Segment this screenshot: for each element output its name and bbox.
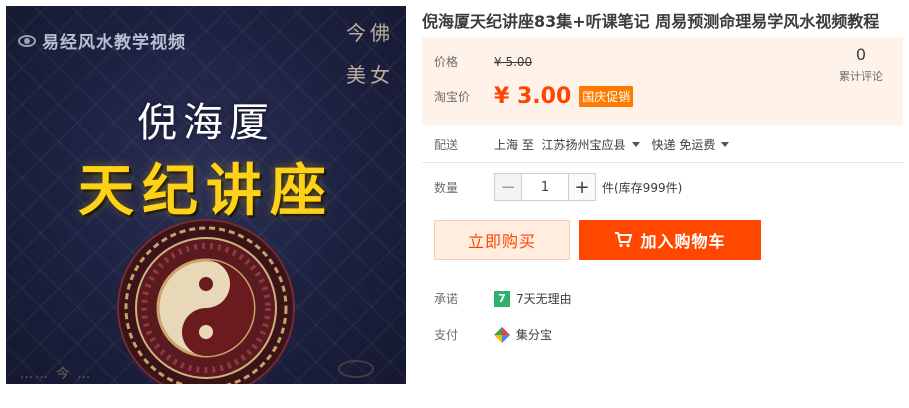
shipping-to-word: 至 [521,138,534,152]
product-title: 倪海厦天纪讲座83集+听课笔记 周易预测命理易学风水视频教程 [422,12,880,31]
add-to-cart-button[interactable]: 加入购物车 [579,220,761,260]
shipping-method-select[interactable]: 快递 免运费 [652,136,730,153]
shipping-destination-select[interactable]: 江苏扬州宝应县 [542,136,626,153]
image-title-author: 倪海厦 [137,100,275,146]
seal-char: 佛 [370,21,390,45]
taobao-price-row: 淘宝价 ¥ 3.00 国庆促销 [434,84,634,109]
review-summary[interactable]: 0 累计评论 [839,45,883,84]
shipping-method: 快递 免运费 [651,138,716,152]
original-price: ¥ 5.00 [494,54,533,69]
swirl-ornament-icon [338,360,374,378]
image-bottom-marks: …… 今 … [20,367,93,382]
shipping-origin-group: 上海 至 江苏扬州宝应县 [494,136,640,153]
yin-yang-medallion-icon [117,219,295,384]
image-brand: 易经风水教学视频 [18,28,186,53]
payment-label: 支付 [434,328,459,342]
add-to-cart-label: 加入购物车 [640,232,726,251]
quantity-plus-button[interactable]: + [569,174,595,200]
promise-label: 承诺 [434,292,459,306]
product-image[interactable]: 易经风水教学视频 今 佛 美 女 倪海厦 天纪讲座 …… 今 … [6,6,406,384]
taobao-price-label: 淘宝价 [434,90,471,104]
payment-text[interactable]: 集分宝 [516,326,552,343]
image-brand-text: 易经风水教学视频 [42,33,186,53]
quantity-minus-button[interactable]: − [495,174,521,200]
review-count: 0 [855,45,867,64]
payment-row: 支付 集分宝 [434,326,552,343]
chevron-down-icon[interactable] [631,142,640,147]
shipping-label: 配送 [434,138,459,152]
cart-icon [615,232,633,248]
quantity-input[interactable] [521,174,569,200]
promo-badge: 国庆促销 [579,86,634,107]
quantity-row: 数量 − + 件(库存999件) [434,173,682,201]
seal-char: 今 [346,21,366,45]
chevron-down-icon[interactable] [721,142,730,147]
promise-text[interactable]: 7天无理由 [516,290,572,307]
shipping-origin: 上海 [494,138,519,152]
price-panel: 价格 ¥ 5.00 淘宝价 ¥ 3.00 国庆促销 0 累计评论 [422,37,903,125]
jifenbao-icon [494,326,510,343]
eye-logo-icon [18,34,36,47]
image-title-course: 天纪讲座 [78,158,334,224]
buy-now-button[interactable]: 立即购买 [434,220,570,260]
stock-info: 件(库存999件) [602,180,683,195]
divider [422,162,904,163]
shipping-row: 配送 上海 至 江苏扬州宝应县 快递 免运费 [434,136,741,153]
promise-row: 承诺 7 7天无理由 [434,290,572,307]
review-label: 累计评论 [839,70,883,83]
current-price: ¥ 3.00 [494,84,572,109]
quantity-label: 数量 [434,180,459,195]
price-label: 价格 [434,55,459,69]
quantity-stepper: − + [494,173,596,201]
original-price-row: 价格 ¥ 5.00 [434,53,532,70]
seven-day-return-icon: 7 [494,290,510,307]
